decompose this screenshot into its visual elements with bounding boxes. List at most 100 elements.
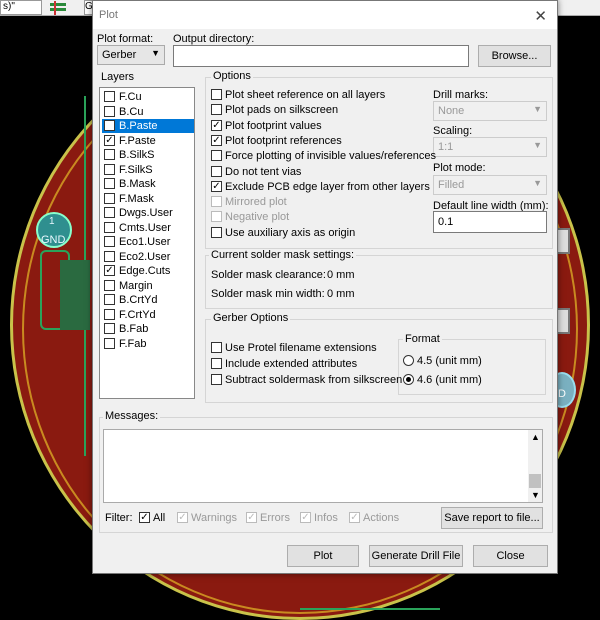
layer-item-eco2-user[interactable]: Eco2.User — [102, 250, 194, 264]
filter-checkbox: ✓ — [246, 512, 257, 523]
plot-mode-value: Filled — [438, 179, 465, 191]
layer-checkbox[interactable] — [104, 323, 115, 334]
layer-checkbox[interactable] — [104, 308, 115, 320]
option-label: Plot sheet reference on all layers — [225, 89, 386, 101]
filter-checkbox: ✓ — [349, 512, 360, 523]
layer-checkbox[interactable] — [104, 250, 115, 262]
layer-item-cmts-user[interactable]: Cmts.User — [102, 221, 194, 235]
rect-pad — [556, 308, 570, 334]
solder-clearance-value: 0 mm — [327, 269, 355, 281]
filter-label: Warnings — [191, 512, 238, 524]
plot-button[interactable]: Plot — [287, 545, 359, 567]
scroll-thumb[interactable] — [529, 474, 541, 488]
scaling-label: Scaling: — [433, 125, 473, 137]
layer-label: B.Fab — [119, 323, 149, 335]
layer-item-eco1-user[interactable]: Eco1.User — [102, 235, 194, 249]
option-label: Force plotting of invisible values/refer… — [225, 150, 436, 163]
messages-box[interactable]: ▲ ▼ — [103, 429, 543, 503]
layer-checkbox[interactable] — [104, 279, 115, 291]
option-checkbox[interactable] — [211, 226, 222, 238]
layer-item-f-silks[interactable]: F.SilkS — [102, 163, 194, 177]
layer-checkbox[interactable]: ✓ — [104, 120, 115, 131]
option-checkbox[interactable] — [211, 150, 222, 162]
layer-tool-icon[interactable] — [48, 1, 68, 15]
gerber-option-label: Subtract soldermask from silkscreen — [225, 374, 403, 386]
scrollbar[interactable]: ▲ ▼ — [528, 430, 542, 502]
chevron-down-icon: ▼ — [533, 178, 542, 188]
close-button[interactable]: Close — [473, 545, 548, 567]
generate-drill-button[interactable]: Generate Drill File — [369, 545, 463, 567]
layer-item-b-silks[interactable]: B.SilkS — [102, 148, 194, 162]
scroll-up-icon[interactable]: ▲ — [531, 432, 540, 442]
option-checkbox[interactable] — [211, 104, 222, 116]
option-checkbox[interactable] — [211, 165, 222, 177]
layer-item-f-fab[interactable]: F.Fab — [102, 337, 194, 351]
layer-checkbox[interactable] — [104, 207, 115, 218]
output-dir-input[interactable] — [173, 45, 469, 67]
gerber-checkbox[interactable] — [211, 342, 222, 353]
layer-label: F.Cu — [119, 91, 142, 103]
toolbar-combo[interactable]: s)" — [0, 0, 42, 15]
option-checkbox[interactable] — [211, 89, 222, 100]
trace — [300, 576, 440, 610]
layer-label: F.Paste — [119, 134, 156, 147]
format-radio[interactable] — [403, 374, 414, 385]
layer-checkbox[interactable] — [104, 236, 115, 247]
gerber-option-label: Use Protel filename extensions — [225, 342, 377, 354]
filter-label: Errors — [260, 512, 290, 524]
filter-checkbox[interactable]: ✓ — [139, 512, 150, 523]
layer-item-b-cu[interactable]: B.Cu — [102, 105, 194, 119]
layer-label: B.Paste — [119, 120, 158, 132]
option-checkbox[interactable]: ✓ — [211, 180, 222, 192]
scaling-select[interactable]: 1:1 ▼ — [433, 137, 547, 157]
plot-mode-label: Plot mode: — [433, 162, 486, 174]
plot-format-select[interactable]: Gerber ▼ — [97, 45, 165, 65]
layer-checkbox[interactable]: ✓ — [104, 134, 115, 146]
drill-marks-select[interactable]: None ▼ — [433, 101, 547, 121]
save-report-button[interactable]: Save report to file... — [441, 507, 543, 529]
layer-label: Edge.Cuts — [119, 265, 171, 277]
layer-item-edge-cuts[interactable]: ✓ Edge.Cuts — [102, 264, 194, 278]
option-checkbox[interactable]: ✓ — [211, 134, 222, 146]
layer-checkbox[interactable] — [104, 163, 115, 175]
plot-mode-select[interactable]: Filled ▼ — [433, 175, 547, 195]
layer-item-f-mask[interactable]: F.Mask — [102, 192, 194, 206]
layer-label: Eco2.User — [119, 250, 171, 263]
layer-item-b-crtyd[interactable]: B.CrtYd — [102, 293, 194, 307]
layer-label: Dwgs.User — [119, 207, 173, 219]
solder-group — [205, 255, 553, 309]
layer-item-b-paste[interactable]: ✓ B.Paste — [102, 119, 194, 133]
gerber-checkbox[interactable] — [211, 358, 222, 369]
filter-label: Infos — [314, 512, 338, 524]
close-icon[interactable]: ✕ — [534, 7, 547, 25]
layer-item-f-crtyd[interactable]: F.CrtYd — [102, 308, 194, 322]
layer-checkbox[interactable]: ✓ — [104, 265, 115, 276]
layer-checkbox[interactable] — [104, 149, 115, 160]
layer-checkbox[interactable] — [104, 337, 115, 349]
chevron-down-icon: ▼ — [151, 48, 160, 58]
layer-item-margin[interactable]: Margin — [102, 279, 194, 293]
browse-button[interactable]: Browse... — [478, 45, 551, 67]
layer-checkbox[interactable] — [104, 192, 115, 204]
line-width-input[interactable]: 0.1 — [433, 211, 547, 233]
layer-item-b-fab[interactable]: B.Fab — [102, 322, 194, 336]
layer-label: Cmts.User — [119, 221, 171, 234]
layers-list[interactable]: F.Cu B.Cu ✓ B.Paste ✓ F.Paste B.SilkS F.SilkS B.… — [99, 87, 195, 399]
scaling-value: 1:1 — [438, 141, 454, 153]
layer-checkbox[interactable] — [104, 91, 115, 102]
layer-item-f-cu[interactable]: F.Cu — [102, 90, 194, 104]
option-checkbox[interactable]: ✓ — [211, 119, 222, 131]
drill-marks-value: None — [438, 105, 465, 117]
layer-item-dwgs-user[interactable]: Dwgs.User — [102, 206, 194, 220]
layer-checkbox[interactable] — [104, 294, 115, 305]
layer-checkbox[interactable] — [104, 105, 115, 117]
layer-checkbox[interactable] — [104, 178, 115, 189]
scroll-down-icon[interactable]: ▼ — [531, 490, 540, 500]
gerber-checkbox[interactable] — [211, 374, 222, 385]
format-radio[interactable] — [403, 355, 414, 366]
layer-checkbox[interactable] — [104, 221, 115, 233]
layer-item-b-mask[interactable]: B.Mask — [102, 177, 194, 191]
solder-clearance-label: Solder mask clearance: — [211, 269, 326, 281]
layer-item-f-paste[interactable]: ✓ F.Paste — [102, 134, 194, 148]
chevron-down-icon: ▼ — [533, 104, 542, 114]
